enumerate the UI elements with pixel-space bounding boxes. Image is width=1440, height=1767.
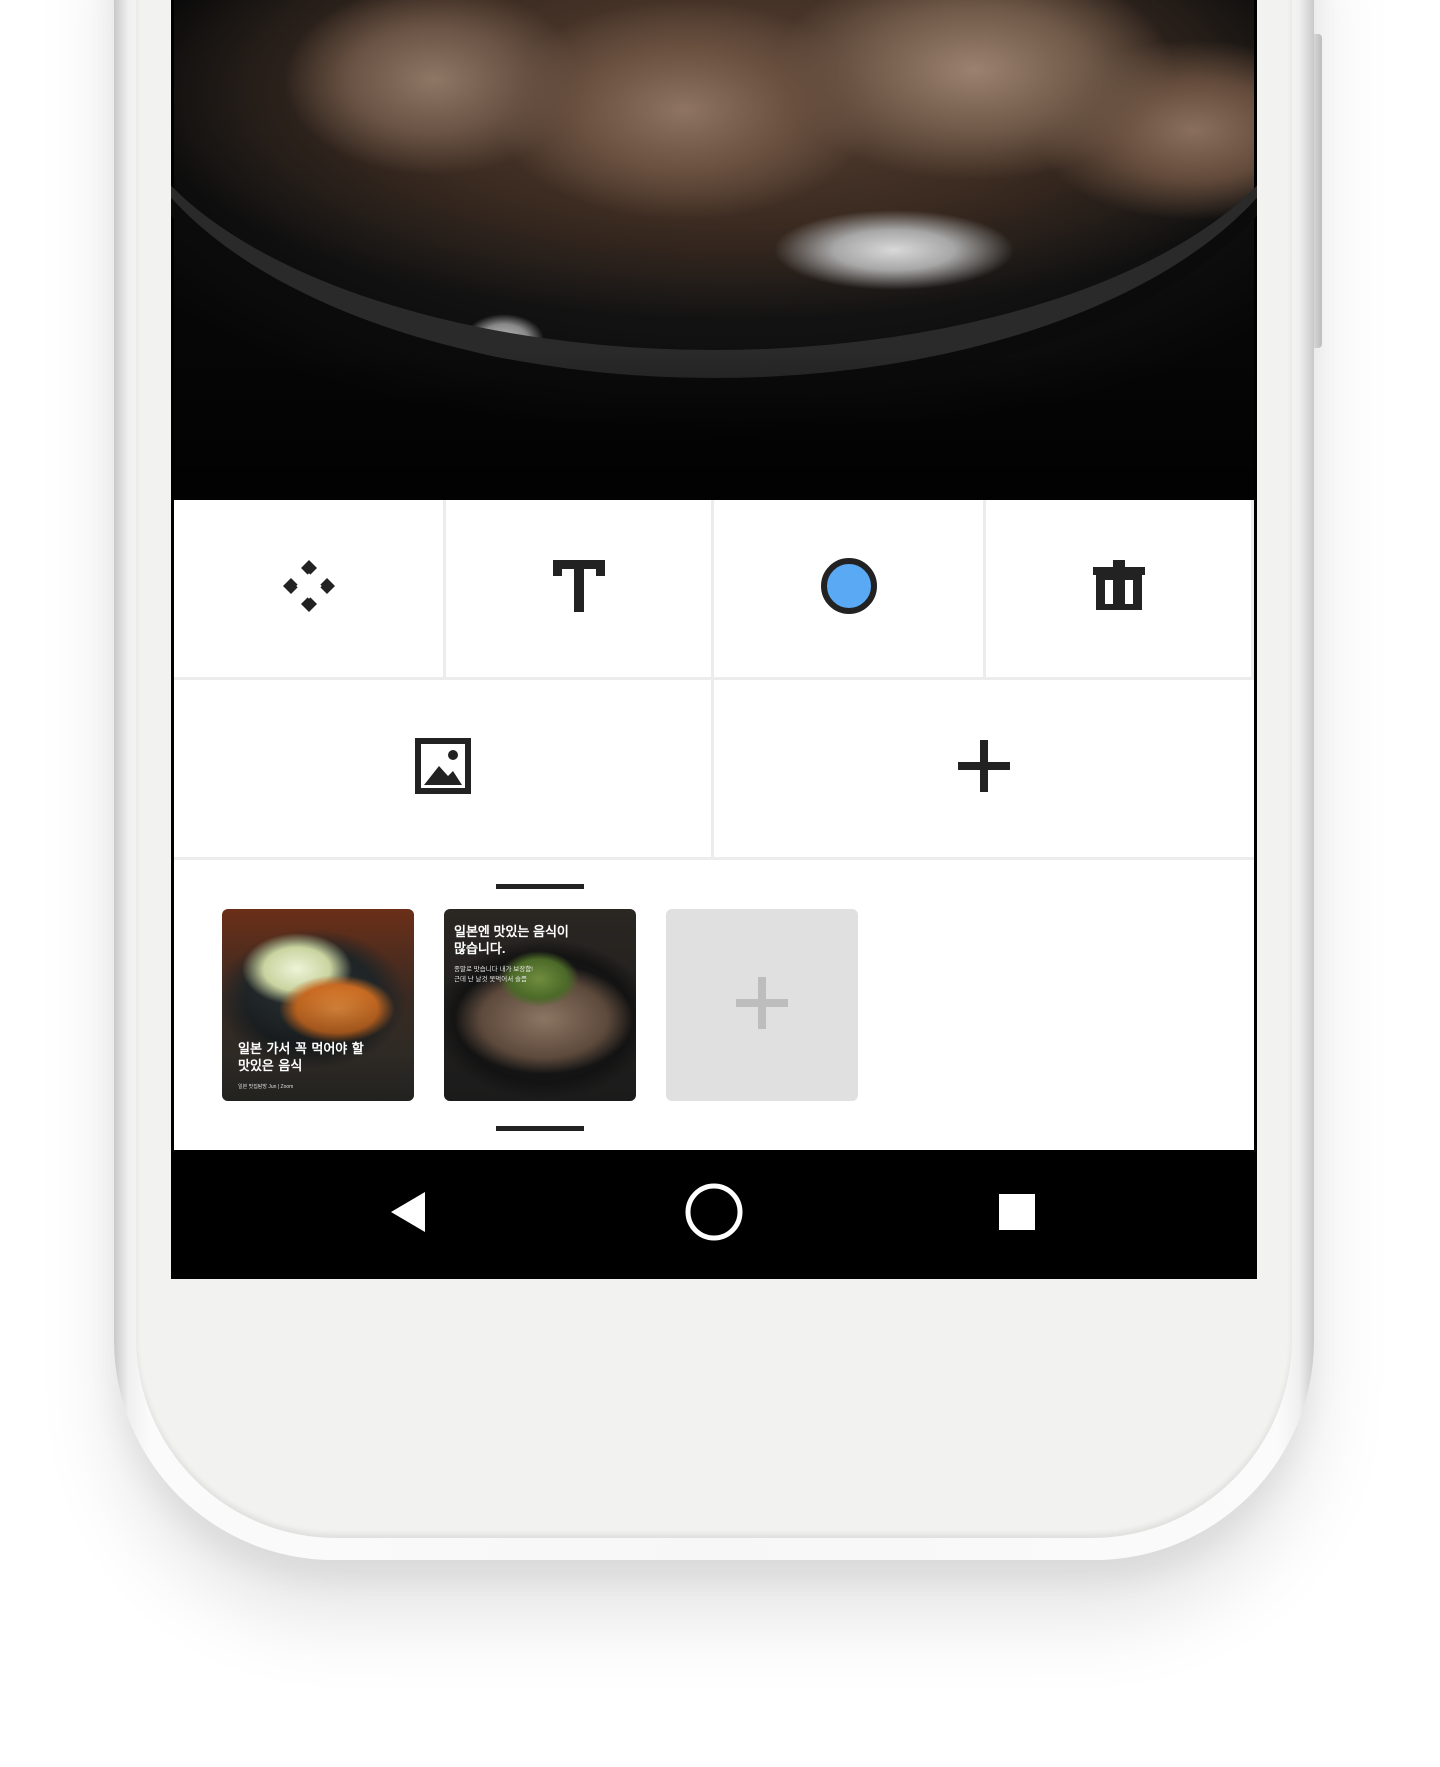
home-button[interactable]	[674, 1174, 754, 1254]
move-icon	[281, 558, 337, 619]
system-nav-bar	[171, 1150, 1257, 1279]
color-dot-icon	[820, 557, 878, 620]
image-icon	[414, 738, 471, 799]
plus-icon	[956, 738, 1012, 799]
selected-indicator-bottom	[496, 1126, 584, 1131]
selected-indicator-top	[496, 884, 584, 889]
add-element-button[interactable]	[714, 680, 1254, 860]
text-button[interactable]	[446, 500, 714, 680]
slide-1-caption: 일본 가서 꼭 먹어야 할 맛있은 음식	[238, 1042, 364, 1074]
slide-thumbnail-2[interactable]: 일본엔 맛있는 음식이 많습니다. 종말로 맛습니다 내가 보장함! 근데 난 …	[444, 909, 636, 1101]
slide-2-body: 종말로 맛습니다 내가 보장함! 근데 난 날것 못먹어서 슬픔	[454, 966, 533, 983]
trash-icon	[1091, 558, 1147, 619]
delete-button[interactable]	[986, 500, 1254, 680]
slide-1-subcaption: 일본 맛집탐방 Jun | Zoom	[238, 1084, 294, 1090]
slide-thumbnail-1[interactable]: 일본 가서 꼭 먹어야 할 맛있은 음식 일본 맛집탐방 Jun | Zoom	[222, 909, 414, 1101]
back-button[interactable]	[369, 1174, 449, 1254]
slide-strip: 일본 가서 꼭 먹어야 할 맛있은 음식 일본 맛집탐방 Jun | Zoom …	[174, 860, 1254, 1150]
plus-icon	[734, 975, 790, 1036]
side-button	[1314, 34, 1322, 348]
recents-square-icon	[997, 1192, 1037, 1237]
move-button[interactable]	[174, 500, 446, 680]
back-triangle-icon	[389, 1190, 429, 1239]
recents-button[interactable]	[977, 1174, 1057, 1254]
app-screen: 일본 가서 꼭 먹어야 할 맛있은 음식 일본 맛집탐방 Jun | Zoom …	[171, 0, 1257, 1279]
add-slide-button[interactable]	[666, 909, 858, 1101]
slide-preview-image	[171, 0, 1257, 500]
add-image-button[interactable]	[174, 680, 714, 860]
home-circle-icon	[684, 1182, 744, 1247]
color-button[interactable]	[714, 500, 986, 680]
slide-2-title: 일본엔 맛있는 음식이 많습니다.	[454, 924, 569, 956]
bowl-rim	[171, 0, 1257, 378]
text-icon	[551, 558, 607, 619]
photo-shade	[174, 350, 1254, 500]
